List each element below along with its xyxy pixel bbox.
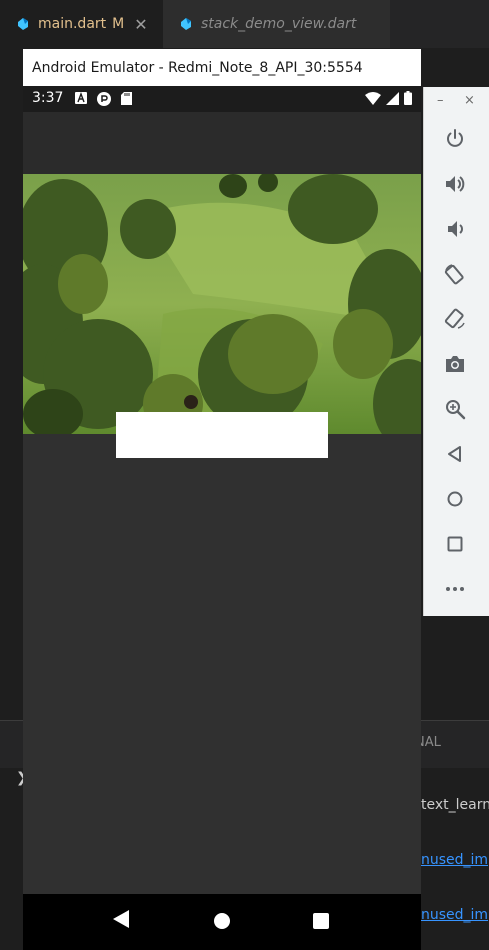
terminal-link[interactable]: nused_imp [421, 852, 489, 868]
home-icon[interactable] [443, 487, 467, 511]
app-bar [23, 112, 421, 174]
dart-icon [18, 18, 28, 30]
tab-main-dart[interactable]: main.dart M ✕ [0, 0, 163, 48]
terminal-link[interactable]: nused_imp [421, 907, 489, 923]
modified-indicator: M [112, 16, 125, 32]
dart-icon [181, 18, 191, 30]
camera-icon[interactable] [443, 352, 467, 376]
sd-card-icon [121, 92, 132, 105]
tab-label: stack_demo_view.dart [201, 16, 357, 32]
rotate-right-icon[interactable] [443, 307, 467, 331]
minimize-button[interactable]: – [437, 93, 444, 108]
editor-tab-bar: main.dart M ✕ stack_demo_view.dart [0, 0, 489, 48]
back-icon[interactable] [443, 442, 467, 466]
accessibility-a-icon [75, 92, 87, 104]
rotate-left-icon[interactable] [443, 262, 467, 286]
home-circle-icon[interactable] [214, 913, 230, 929]
tab-label: main.dart [38, 16, 107, 32]
status-bar: 3:37 [23, 86, 421, 112]
emulator-toolbar: – × [423, 87, 489, 616]
volume-down-icon[interactable] [443, 217, 467, 241]
close-tab-icon[interactable]: ✕ [134, 15, 147, 34]
zoom-icon[interactable] [443, 397, 467, 421]
notification-icon [97, 92, 111, 106]
signal-icon [386, 91, 399, 105]
close-window-button[interactable]: × [464, 93, 475, 108]
status-time: 3:37 [32, 90, 64, 106]
system-nav-bar [23, 894, 421, 950]
emulator-title: Android Emulator - Redmi_Note_8_API_30:5… [32, 59, 363, 76]
battery-icon [404, 91, 412, 105]
hillside-landscape-photo [23, 174, 421, 434]
phone-screen[interactable]: 3:37 [23, 86, 421, 950]
tab-stack-demo-view[interactable]: stack_demo_view.dart [163, 0, 390, 48]
emulator-title-bar[interactable]: Android Emulator - Redmi_Note_8_API_30:5… [23, 49, 421, 86]
volume-up-icon[interactable] [443, 172, 467, 196]
recents-square-icon[interactable] [313, 913, 329, 929]
overlay-white-container [116, 412, 328, 458]
overview-icon[interactable] [443, 532, 467, 556]
wifi-icon [365, 91, 381, 105]
more-icon[interactable] [443, 577, 467, 601]
back-triangle-icon[interactable] [113, 910, 129, 928]
terminal-line: text_learn_ [421, 797, 489, 813]
power-icon[interactable] [443, 127, 467, 151]
